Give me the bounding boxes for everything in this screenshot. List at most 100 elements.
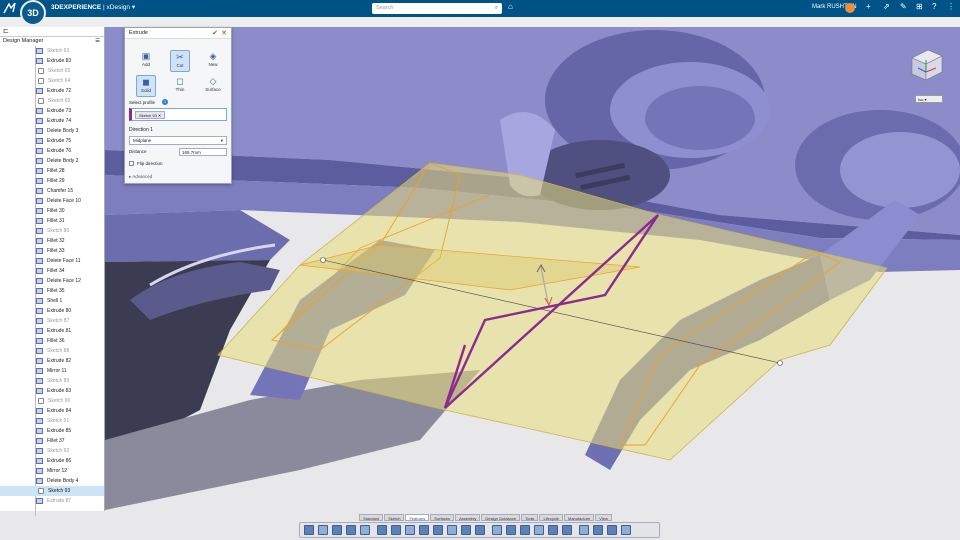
view-select[interactable]: Iso ▾ — [915, 95, 943, 103]
tools-icon[interactable]: ✎ — [900, 2, 907, 11]
tree-item[interactable]: Extrude 72 — [0, 86, 104, 96]
tree-item[interactable]: Sketch 88 — [0, 346, 104, 356]
solid-button[interactable]: ◼ Solid — [136, 75, 156, 97]
close-icon[interactable]: ✕ — [221, 28, 227, 39]
add-icon[interactable]: + — [866, 2, 871, 11]
options-icon[interactable]: ⋮ — [947, 2, 955, 11]
tree-item[interactable]: Extrude 83 — [0, 56, 104, 66]
chevron-down-icon[interactable]: ▾ — [132, 4, 135, 11]
tree-item[interactable]: Fillet 29 — [0, 176, 104, 186]
tree-item[interactable]: Extrude 81 — [0, 326, 104, 336]
tab-features[interactable]: Features — [405, 514, 430, 521]
tree-item[interactable]: Delete Body 3 — [0, 126, 104, 136]
loft-tool-icon[interactable] — [346, 525, 356, 535]
tree-item[interactable]: Delete Face 10 — [0, 196, 104, 206]
tree-item[interactable]: Sketch 80 — [0, 226, 104, 236]
tree-item[interactable]: Fillet 33 — [0, 246, 104, 256]
profile-selection-box[interactable]: Sketch 93 ✕ — [129, 108, 227, 121]
tree-item[interactable]: Sketch 65 — [0, 66, 104, 76]
tree-item[interactable]: Extrude 76 — [0, 146, 104, 156]
advanced-section[interactable]: ▸ Advanced — [129, 174, 152, 180]
app-name[interactable]: xDesign — [107, 4, 130, 11]
tree-item[interactable]: Sketch 93 — [0, 486, 104, 496]
measure-tool-icon[interactable] — [607, 525, 617, 535]
chamfer-tool-icon[interactable] — [377, 525, 387, 535]
help-icon[interactable]: ? — [932, 2, 936, 11]
tab-lifecycle[interactable]: Lifecycle — [539, 514, 563, 521]
ok-check-icon[interactable]: ✔ — [212, 28, 218, 39]
tab-manufacture[interactable]: Manufacture — [564, 514, 595, 521]
tree-item[interactable]: Sketch 89 — [0, 376, 104, 386]
tree-item[interactable]: Fillet 32 — [0, 236, 104, 246]
surface-button[interactable]: ◇ Surface — [203, 75, 223, 97]
mirror-tool-icon[interactable] — [433, 525, 443, 535]
tree-item[interactable]: Sketch 92 — [0, 446, 104, 456]
avatar[interactable] — [845, 3, 855, 13]
compass-icon[interactable]: 3D — [20, 0, 46, 26]
direction-select[interactable]: Midplane ▾ — [129, 136, 227, 145]
tab-tools[interactable]: Tools — [521, 514, 539, 521]
dialog-header[interactable]: Extrude ✔ ✕ — [125, 28, 231, 39]
tree-item[interactable]: Sketch 64 — [0, 76, 104, 86]
tree-item[interactable]: Extrude 83 — [0, 386, 104, 396]
boolean-tool-icon[interactable] — [506, 525, 516, 535]
tab-surfaces[interactable]: Surfaces — [430, 514, 455, 521]
share-icon[interactable]: ⇗ — [883, 2, 890, 11]
tree-item[interactable]: Fillet 34 — [0, 266, 104, 276]
pattern-tool-icon[interactable] — [419, 525, 429, 535]
tree-item[interactable]: Fillet 28 — [0, 166, 104, 176]
tree-item[interactable]: Extrude 82 — [0, 356, 104, 366]
tree-item[interactable]: Extrude 86 — [0, 456, 104, 466]
draft-tool-icon[interactable] — [405, 525, 415, 535]
cut-button[interactable]: ✂ Cut — [170, 50, 190, 72]
thicken-tool-icon[interactable] — [475, 525, 485, 535]
menu-icon[interactable]: ☰ — [95, 37, 100, 46]
tree-root-icon[interactable]: ⊏ — [3, 28, 9, 35]
tab-sketch[interactable]: Sketch — [384, 514, 405, 521]
tree-item[interactable]: Extrude 73 — [0, 106, 104, 116]
profile-chip[interactable]: Sketch 93 ✕ — [135, 111, 166, 119]
apps-icon[interactable]: ⊞ — [916, 2, 923, 11]
tree-item[interactable]: Sketch 63 — [0, 46, 104, 56]
ds-logo-icon[interactable] — [0, 0, 20, 17]
split-tool-icon[interactable] — [492, 525, 502, 535]
flip-direction-checkbox[interactable]: Flip direction — [129, 161, 163, 167]
tree-item[interactable]: Mirror 12 — [0, 466, 104, 476]
tree-item[interactable]: Sketch 91 — [0, 416, 104, 426]
new-button[interactable]: ◈ New — [203, 50, 223, 72]
checkbox-icon[interactable] — [129, 161, 134, 167]
tree-item[interactable]: Fillet 37 — [0, 436, 104, 446]
replace-face-tool-icon[interactable] — [548, 525, 558, 535]
tree-item[interactable]: Extrude 75 — [0, 136, 104, 146]
search-input[interactable]: Search ⌕ — [372, 3, 502, 14]
tree-item[interactable]: Fillet 36 — [0, 336, 104, 346]
tree-item[interactable]: Mirror 11 — [0, 366, 104, 376]
tree-item[interactable]: Extrude 85 — [0, 426, 104, 436]
tree-item[interactable]: Extrude 84 — [0, 406, 104, 416]
scale-tool-icon[interactable] — [593, 525, 603, 535]
move-face-tool-icon[interactable] — [579, 525, 589, 535]
tab-assembly[interactable]: Assembly — [455, 514, 481, 521]
rib-tool-icon[interactable] — [461, 525, 471, 535]
transform-tool-icon[interactable] — [520, 525, 530, 535]
view-cube-icon[interactable] — [906, 44, 946, 84]
fillet-tool-icon[interactable] — [360, 525, 370, 535]
tree-item[interactable]: Chamfer 15 — [0, 186, 104, 196]
tag-icon[interactable]: ⌂ — [508, 2, 513, 11]
thin-button[interactable]: ◻ Thin — [170, 75, 190, 97]
tree-item[interactable]: Sketch 87 — [0, 316, 104, 326]
tree-item[interactable]: Fillet 35 — [0, 286, 104, 296]
search-icon[interactable]: ⌕ — [495, 3, 498, 14]
remove-icon[interactable]: ✕ — [158, 113, 161, 118]
tree-item[interactable]: Delete Face 12 — [0, 276, 104, 286]
revolve-tool-icon[interactable] — [318, 525, 328, 535]
extrude-tool-icon[interactable] — [304, 525, 314, 535]
tree-item[interactable]: Fillet 31 — [0, 216, 104, 226]
tree-item[interactable]: Delete Body 2 — [0, 156, 104, 166]
tree-item[interactable]: Delete Body 4 — [0, 476, 104, 486]
hole-tool-icon[interactable] — [447, 525, 457, 535]
tab-view[interactable]: View — [595, 514, 612, 521]
sweep-tool-icon[interactable] — [332, 525, 342, 535]
distance-input[interactable]: 165.7mm — [179, 148, 227, 156]
delete-face-tool-icon[interactable] — [534, 525, 544, 535]
